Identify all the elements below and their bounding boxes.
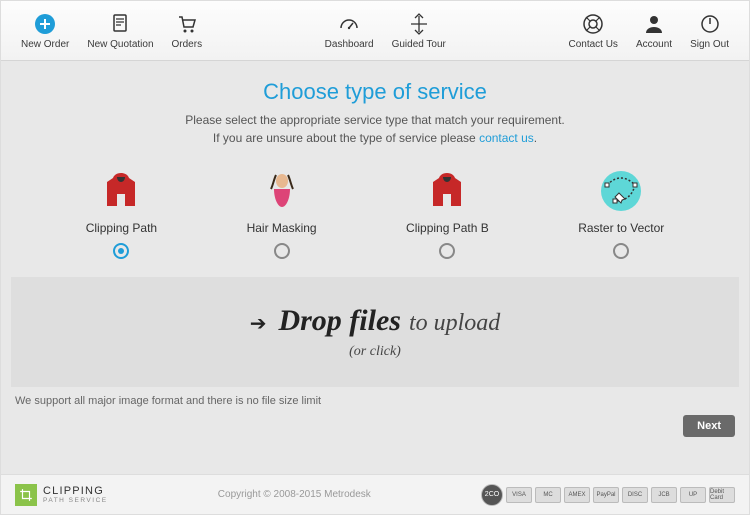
footer-copyright: Copyright © 2008-2015 Metrodesk	[118, 489, 471, 500]
pay-badge-2co: 2CO	[481, 484, 503, 506]
pay-badge-unionpay: UP	[680, 487, 706, 503]
service-label: Hair Masking	[247, 221, 317, 235]
app-window: New Order New Quotation Orders Dashboard…	[0, 0, 750, 515]
page-title: Choose type of service	[1, 79, 749, 105]
lifebuoy-icon	[581, 12, 605, 36]
service-hair-masking[interactable]: Hair Masking	[247, 167, 317, 259]
desc-line1: Please select the appropriate service ty…	[185, 113, 565, 127]
top-navigation: New Order New Quotation Orders Dashboard…	[1, 1, 749, 61]
nav-mid-group: Dashboard Guided Tour	[202, 12, 568, 50]
service-label: Clipping Path	[86, 221, 157, 235]
vector-icon	[597, 167, 645, 215]
dropzone-light: to upload	[409, 310, 500, 337]
nav-guided-tour[interactable]: Guided Tour	[392, 12, 446, 50]
service-type-list: Clipping Path Hair Masking Clipping Path…	[41, 167, 709, 259]
nav-label: New Quotation	[87, 39, 153, 50]
file-dropzone[interactable]: ➔ Drop files to upload (or click)	[11, 277, 739, 387]
nav-left-group: New Order New Quotation Orders	[21, 12, 202, 50]
power-icon	[698, 12, 722, 36]
nav-label: Guided Tour	[392, 39, 446, 50]
service-clipping-path-b[interactable]: Clipping Path B	[406, 167, 489, 259]
document-icon	[108, 12, 132, 36]
nav-label: Account	[636, 39, 672, 50]
nav-dashboard[interactable]: Dashboard	[325, 12, 374, 50]
nav-label: Dashboard	[325, 39, 374, 50]
service-label: Clipping Path B	[406, 221, 489, 235]
nav-label: Sign Out	[690, 39, 729, 50]
service-label: Raster to Vector	[578, 221, 664, 235]
nav-new-quotation[interactable]: New Quotation	[87, 12, 153, 50]
radio-selected[interactable]	[113, 243, 129, 259]
footer-logo: CLIPPING PATH SERVICE	[15, 484, 108, 506]
radio-unselected[interactable]	[613, 243, 629, 259]
contact-us-link[interactable]: contact us	[479, 131, 534, 145]
arrows-icon	[407, 12, 431, 36]
nav-right-group: Contact Us Account Sign Out	[568, 12, 729, 50]
cart-icon	[175, 12, 199, 36]
service-clipping-path[interactable]: Clipping Path	[86, 167, 157, 259]
dropzone-main-text: ➔ Drop files to upload	[250, 304, 501, 338]
nav-label: Orders	[172, 39, 203, 50]
desc-line2-post: .	[534, 131, 537, 145]
pay-badge-visa: VISA	[506, 487, 532, 503]
nav-label: New Order	[21, 39, 69, 50]
logo-text-group: CLIPPING PATH SERVICE	[43, 486, 108, 504]
pay-badge-amex: AMEX	[564, 487, 590, 503]
support-text: We support all major image format and th…	[15, 395, 735, 407]
logo-crop-icon	[15, 484, 37, 506]
radio-unselected[interactable]	[439, 243, 455, 259]
pay-badge-discover: DISC	[622, 487, 648, 503]
next-button[interactable]: Next	[683, 415, 735, 437]
pay-badge-debit: Debit Card	[709, 487, 735, 503]
nav-label: Contact Us	[568, 39, 617, 50]
pay-badge-paypal: PayPal	[593, 487, 619, 503]
nav-sign-out[interactable]: Sign Out	[690, 12, 729, 50]
dropzone-sub: (or click)	[349, 344, 401, 360]
nav-new-order[interactable]: New Order	[21, 12, 69, 50]
arrow-right-icon: ➔	[250, 311, 267, 336]
nav-contact-us[interactable]: Contact Us	[568, 12, 617, 50]
nav-account[interactable]: Account	[636, 12, 672, 50]
page-description: Please select the appropriate service ty…	[1, 111, 749, 147]
main-content: Choose type of service Please select the…	[1, 61, 749, 474]
dropzone-bold: Drop files	[278, 304, 401, 338]
plus-circle-icon	[33, 12, 57, 36]
hoodie-icon	[423, 167, 471, 215]
next-row: Next	[1, 415, 749, 447]
desc-line2-pre: If you are unsure about the type of serv…	[213, 131, 479, 145]
hoodie-icon	[97, 167, 145, 215]
radio-unselected[interactable]	[274, 243, 290, 259]
payment-badges: 2CO VISA MC AMEX PayPal DISC JCB UP Debi…	[481, 484, 735, 506]
user-icon	[642, 12, 666, 36]
model-icon	[258, 167, 306, 215]
logo-main-text: CLIPPING	[43, 486, 108, 497]
gauge-icon	[337, 12, 361, 36]
logo-sub-text: PATH SERVICE	[43, 497, 108, 504]
pay-badge-jcb: JCB	[651, 487, 677, 503]
service-raster-to-vector[interactable]: Raster to Vector	[578, 167, 664, 259]
footer: CLIPPING PATH SERVICE Copyright © 2008-2…	[1, 474, 749, 514]
pay-badge-mc: MC	[535, 487, 561, 503]
nav-orders[interactable]: Orders	[172, 12, 203, 50]
